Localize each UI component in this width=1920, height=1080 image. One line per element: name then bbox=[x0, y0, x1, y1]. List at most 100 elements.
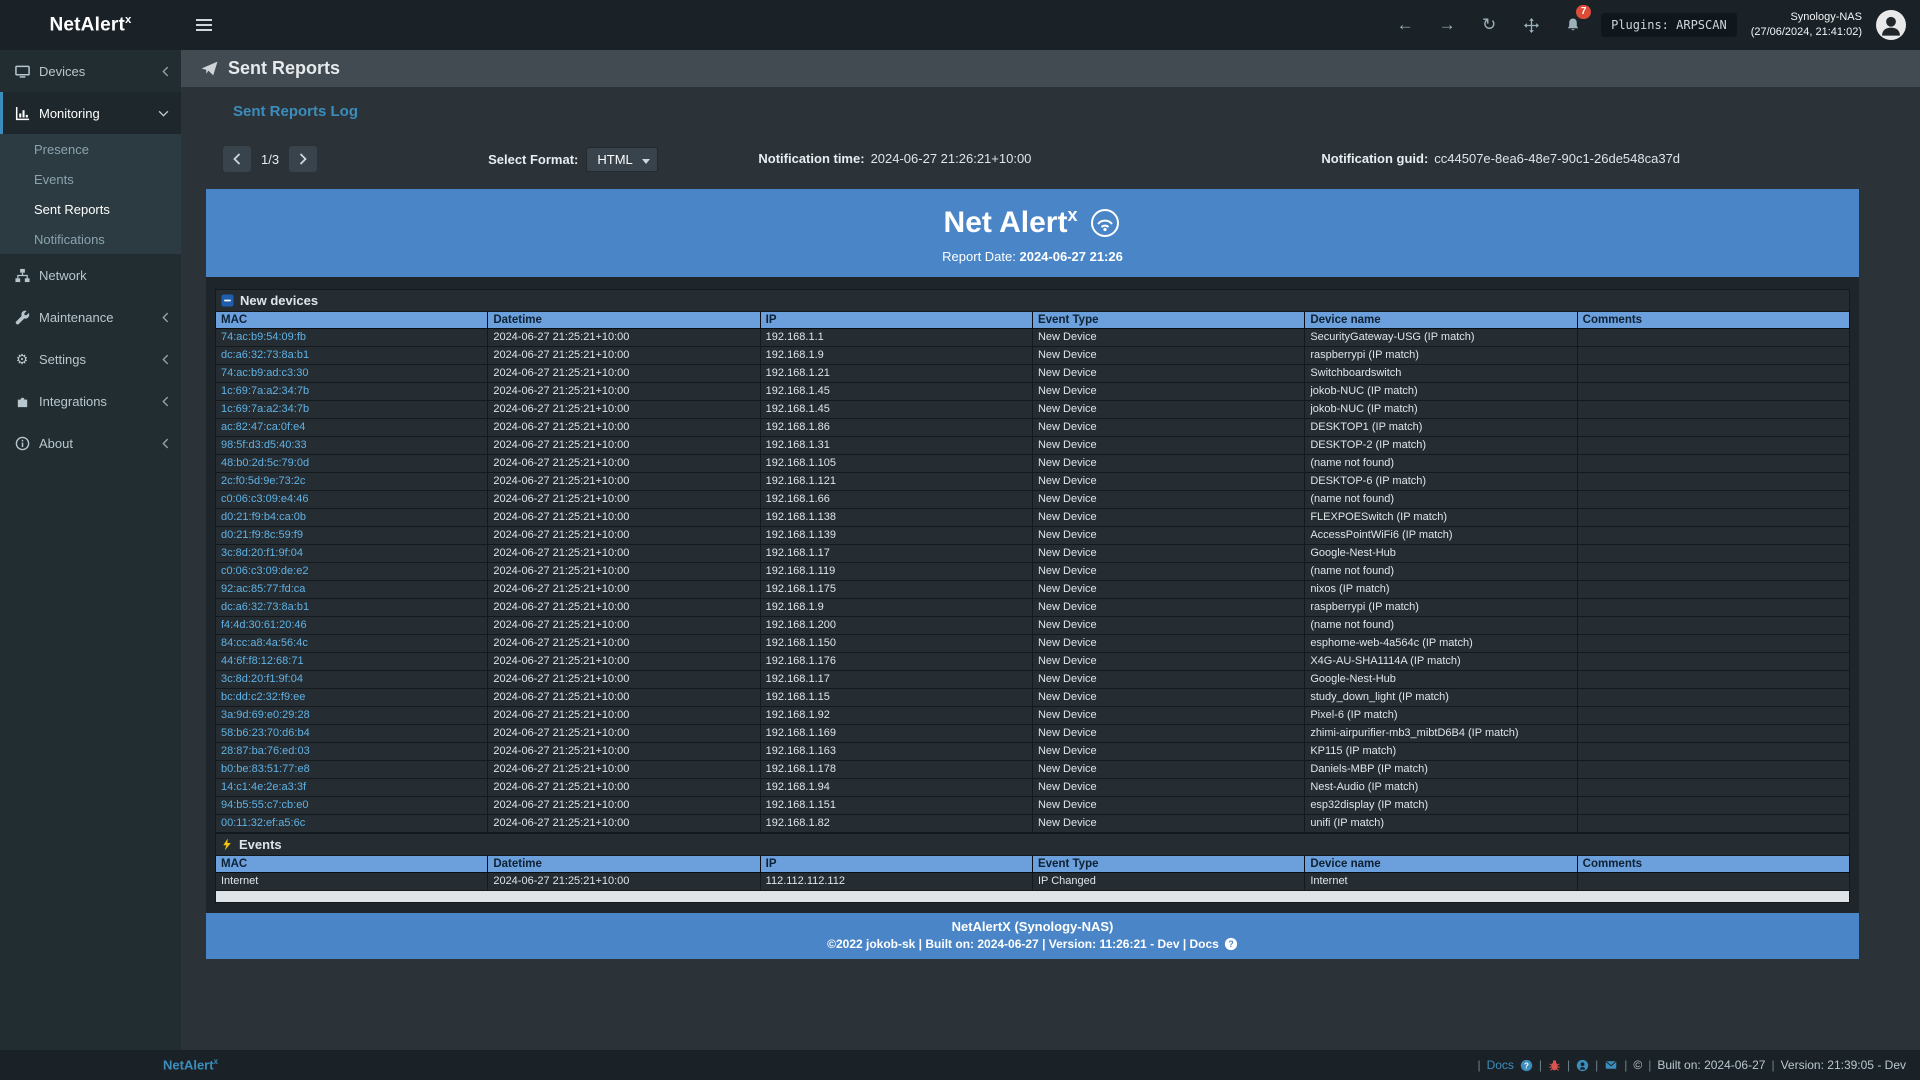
event-type-cell: New Device bbox=[1032, 743, 1304, 761]
separator: | bbox=[1539, 1058, 1542, 1072]
mac-link[interactable]: c0:06:c3:09:e4:46 bbox=[221, 493, 308, 505]
device-name-cell: (name not found) bbox=[1305, 617, 1577, 635]
mac-link[interactable]: 48:b0:2d:5c:79:0d bbox=[221, 457, 309, 469]
prev-page-button[interactable] bbox=[222, 145, 252, 173]
datetime-cell: 2024-06-27 21:25:21+10:00 bbox=[488, 707, 760, 725]
forward-icon[interactable]: → bbox=[1433, 10, 1461, 40]
mac-link[interactable]: c0:06:c3:09:de:e2 bbox=[221, 565, 308, 577]
notifications-bell-icon[interactable]: 7 bbox=[1559, 10, 1587, 40]
new-devices-icon bbox=[221, 294, 234, 307]
sidebar-item-network[interactable]: Network bbox=[0, 254, 181, 296]
mac-link[interactable]: f4:4d:30:61:20:46 bbox=[221, 619, 307, 631]
mac-link[interactable]: d0:21:f9:b4:ca:0b bbox=[221, 511, 306, 523]
mac-link[interactable]: 3c:8d:20:f1:9f:04 bbox=[221, 673, 303, 685]
refresh-icon[interactable]: ↻ bbox=[1475, 10, 1503, 40]
mac-link[interactable]: bc:dd:c2:32:f9:ee bbox=[221, 691, 305, 703]
sidebar-item-label: Devices bbox=[39, 64, 85, 79]
mac-link[interactable]: 74:ac:b9:54:09:fb bbox=[221, 331, 306, 343]
column-header: IP bbox=[760, 312, 1032, 329]
envelope-icon[interactable] bbox=[1604, 1059, 1618, 1071]
sidebar-item-monitoring[interactable]: Monitoring bbox=[0, 92, 181, 134]
mac-link[interactable]: 2c:f0:5d:9e:73:2c bbox=[221, 475, 305, 487]
mac-link[interactable]: dc:a6:32:73:8a:b1 bbox=[221, 601, 309, 613]
mac-link[interactable]: 3a:9d:69:e0:29:28 bbox=[221, 709, 310, 721]
next-page-button[interactable] bbox=[288, 145, 318, 173]
mac-cell: 14:c1:4e:2e:a3:3f bbox=[216, 779, 488, 797]
user-avatar[interactable] bbox=[1876, 10, 1906, 40]
move-icon[interactable] bbox=[1517, 10, 1545, 40]
sidebar-subitem-sent-reports[interactable]: Sent Reports bbox=[0, 194, 181, 224]
separator: | bbox=[1648, 1058, 1651, 1072]
mac-cell: 28:87:ba:76:ed:03 bbox=[216, 743, 488, 761]
sidebar-item-maintenance[interactable]: Maintenance bbox=[0, 296, 181, 338]
notification-count-badge[interactable]: 7 bbox=[1576, 5, 1591, 19]
mac-link[interactable]: 74:ac:b9:ad:c3:30 bbox=[221, 367, 308, 379]
sidebar-item-about[interactable]: About bbox=[0, 422, 181, 464]
brand-text: NetAlert bbox=[49, 14, 125, 35]
event-type-cell: New Device bbox=[1032, 419, 1304, 437]
mac-cell: 84:cc:a8:4a:56:4c bbox=[216, 635, 488, 653]
format-select[interactable]: HTML bbox=[586, 147, 658, 172]
navbar-right: ← → ↻ 7 Plugins: ARPSCAN Synology-NAS (2… bbox=[1391, 10, 1920, 40]
footer-brand[interactable]: NetAlertx bbox=[163, 1057, 218, 1072]
mac-link[interactable]: b0:be:83:51:77:e8 bbox=[221, 763, 310, 775]
puzzle-icon bbox=[14, 394, 30, 409]
sidebar-item-settings[interactable]: ⚙ Settings bbox=[0, 338, 181, 380]
event-type-cell: New Device bbox=[1032, 329, 1304, 347]
datetime-cell: 2024-06-27 21:25:21+10:00 bbox=[488, 347, 760, 365]
mac-link[interactable]: 84:cc:a8:4a:56:4c bbox=[221, 637, 308, 649]
datetime-cell: 2024-06-27 21:25:21+10:00 bbox=[488, 365, 760, 383]
bug-icon[interactable] bbox=[1548, 1059, 1561, 1072]
mac-link[interactable]: 1c:69:7a:a2:34:7b bbox=[221, 385, 309, 397]
ip-cell: 192.168.1.17 bbox=[760, 545, 1032, 563]
ip-cell: 192.168.1.94 bbox=[760, 779, 1032, 797]
mac-link[interactable]: d0:21:f9:8c:59:f9 bbox=[221, 529, 303, 541]
device-name-cell: nixos (IP match) bbox=[1305, 581, 1577, 599]
footer-right: | Docs ? | | | | © | Built on: 2024-06-2… bbox=[1477, 1058, 1906, 1072]
sidebar-subitem-notifications[interactable]: Notifications bbox=[0, 224, 181, 254]
datetime-cell: 2024-06-27 21:25:21+10:00 bbox=[488, 419, 760, 437]
mac-link[interactable]: 28:87:ba:76:ed:03 bbox=[221, 745, 310, 757]
mac-link[interactable]: dc:a6:32:73:8a:b1 bbox=[221, 349, 309, 361]
app-brand[interactable]: NetAlertx bbox=[0, 0, 181, 50]
sidebar-item-label: Network bbox=[39, 268, 87, 283]
report-row: b0:be:83:51:77:e82024-06-27 21:25:21+10:… bbox=[216, 761, 1850, 779]
docs-link[interactable]: Docs bbox=[1487, 1058, 1514, 1072]
sidebar-subitem-events[interactable]: Events bbox=[0, 164, 181, 194]
report-row: 48:b0:2d:5c:79:0d2024-06-27 21:25:21+10:… bbox=[216, 455, 1850, 473]
mac-link[interactable]: 98:5f:d3:d5:40:33 bbox=[221, 439, 307, 451]
datetime-cell: 2024-06-27 21:25:21+10:00 bbox=[488, 437, 760, 455]
column-header: Event Type bbox=[1032, 312, 1304, 329]
mac-cell: 74:ac:b9:54:09:fb bbox=[216, 329, 488, 347]
subitem-label: Presence bbox=[34, 142, 89, 157]
sidebar-subitem-presence[interactable]: Presence bbox=[0, 134, 181, 164]
question-circle-icon[interactable]: ? bbox=[1520, 1059, 1533, 1072]
event-type-cell: New Device bbox=[1032, 455, 1304, 473]
mac-link[interactable]: 94:b5:55:c7:cb:e0 bbox=[221, 799, 308, 811]
column-header: MAC bbox=[216, 312, 488, 329]
mac-link[interactable]: 92:ac:85:77:fd:ca bbox=[221, 583, 305, 595]
back-icon[interactable]: ← bbox=[1391, 10, 1419, 40]
mac-link[interactable]: 14:c1:4e:2e:a3:3f bbox=[221, 781, 306, 793]
mac-cell: c0:06:c3:09:e4:46 bbox=[216, 491, 488, 509]
question-circle-icon[interactable]: ? bbox=[1224, 937, 1238, 951]
mac-link[interactable]: 00:11:32:ef:a5:6c bbox=[221, 817, 305, 829]
report-row: Internet2024-06-27 21:25:21+10:00112.112… bbox=[216, 873, 1850, 891]
sent-reports-log-link[interactable]: Sent Reports Log bbox=[233, 103, 358, 120]
plugins-badge[interactable]: Plugins: ARPSCAN bbox=[1601, 13, 1737, 37]
event-type-cell: New Device bbox=[1032, 779, 1304, 797]
sidebar-item-integrations[interactable]: Integrations bbox=[0, 380, 181, 422]
mac-link[interactable]: 3c:8d:20:f1:9f:04 bbox=[221, 547, 303, 559]
event-type-cell: New Device bbox=[1032, 365, 1304, 383]
column-header: Datetime bbox=[488, 856, 760, 873]
mac-link[interactable]: ac:82:47:ca:0f:e4 bbox=[221, 421, 305, 433]
report-footer-line2-text: ©2022 jokob-sk | Built on: 2024-06-27 | … bbox=[827, 937, 1219, 951]
github-icon[interactable] bbox=[1576, 1059, 1589, 1072]
mac-link[interactable]: 58:b6:23:70:d6:b4 bbox=[221, 727, 310, 739]
version-text: Version: 21:39:05 - Dev bbox=[1781, 1058, 1906, 1072]
sidebar-toggle-button[interactable] bbox=[181, 0, 227, 50]
mac-link[interactable]: 44:6f:f8:12:68:71 bbox=[221, 655, 304, 667]
sidebar-item-devices[interactable]: Devices bbox=[0, 50, 181, 92]
device-name-cell: Pixel-6 (IP match) bbox=[1305, 707, 1577, 725]
mac-link[interactable]: 1c:69:7a:a2:34:7b bbox=[221, 403, 309, 415]
